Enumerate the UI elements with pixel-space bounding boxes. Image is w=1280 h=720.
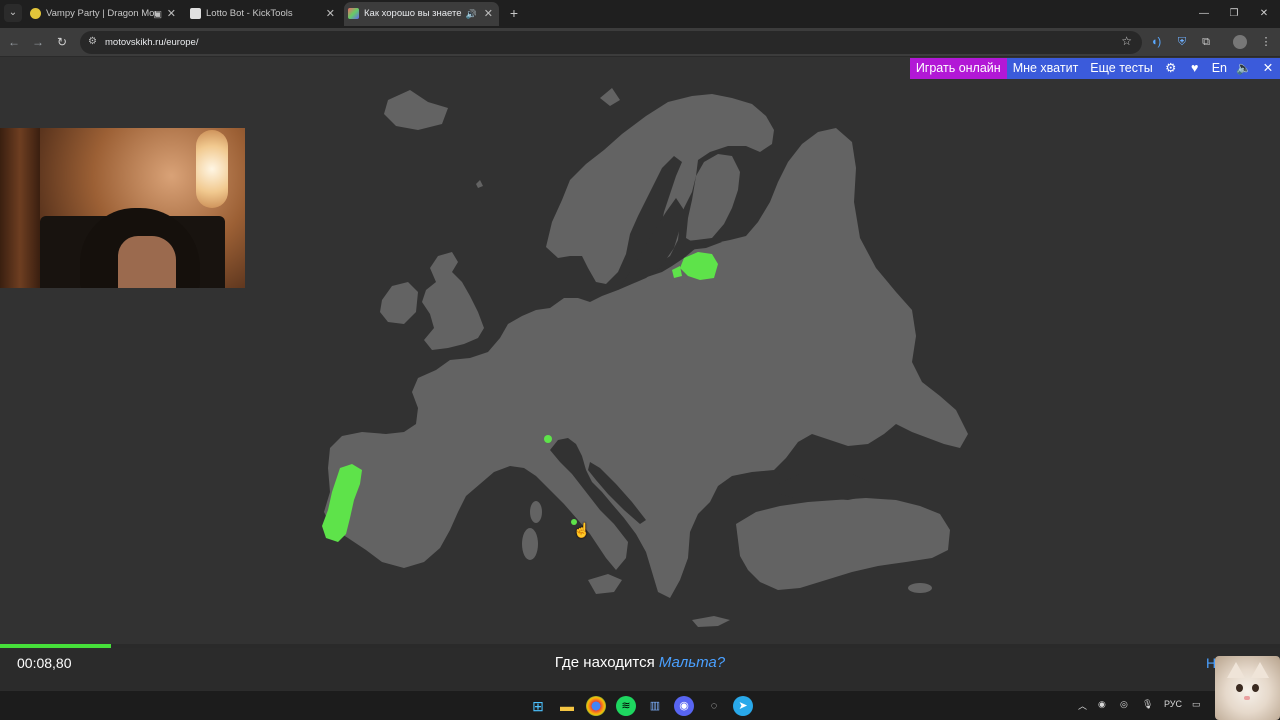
input-language[interactable]: РУС	[1164, 699, 1182, 709]
windows-taskbar: ⊞ ▬ ≋ ▥ ◉ ◌ ➤ ︿ ◉ ◎ 🎙 РУС ▭	[0, 690, 1280, 720]
forward-icon[interactable]: →	[30, 34, 46, 50]
europe-map[interactable]	[300, 72, 980, 642]
kitten-overlay	[1215, 656, 1280, 720]
tab-vampy-party[interactable]: Vampy Party | Dragon Mone ▣ ✕	[26, 2, 182, 26]
kitten-right-eye	[1252, 684, 1259, 692]
webcam-lamp	[196, 130, 228, 208]
close-tab-icon[interactable]: ✕	[326, 2, 335, 26]
windows-start-icon[interactable]: ⊞	[528, 696, 548, 716]
reload-icon[interactable]: ↻	[54, 34, 70, 50]
audio-playing-icon[interactable]: 🔊	[466, 2, 477, 26]
black-sea	[778, 470, 870, 500]
sicily	[588, 574, 622, 594]
kitten-left-eye	[1236, 684, 1243, 692]
menu-dots-icon[interactable]: ⋮	[1258, 34, 1274, 50]
tab-favicon-icon	[190, 8, 201, 19]
close-window-button[interactable]: ✕	[1248, 0, 1280, 28]
extension-shield-icon[interactable]: ⛨	[1174, 34, 1190, 50]
tab-favicon-icon	[348, 8, 359, 19]
discord-icon[interactable]: ◉	[674, 696, 694, 716]
address-bar[interactable]: ⚙ motovskikh.ru/europe/ ☆	[80, 31, 1142, 54]
liechtenstein-highlight	[544, 435, 552, 443]
question-bar: 00:08,80 Где находится Мальта? Н	[0, 648, 1280, 690]
tray-microphone-icon[interactable]: 🎙	[1142, 699, 1153, 710]
great-britain	[422, 252, 484, 350]
tray-chevron-icon[interactable]: ︿	[1078, 699, 1087, 712]
caspian-sea	[950, 468, 976, 512]
quiz-page: Играть онлайн Мне хватит Еще тесты ⚙ ♥ E…	[0, 57, 1280, 690]
question-text: Где находится Мальта?	[0, 648, 1280, 678]
minimize-button[interactable]: —	[1188, 0, 1220, 28]
tab-search-button[interactable]: ⌄	[4, 4, 22, 22]
new-tab-button[interactable]: +	[505, 4, 523, 22]
tab-europe-quiz[interactable]: Как хорошо вы знаете Евр 🔊 ✕	[344, 2, 499, 26]
iceland	[384, 90, 448, 130]
more-tests-button[interactable]: Еще тесты	[1084, 58, 1159, 79]
tray-steam-icon[interactable]: ◎	[1120, 699, 1128, 710]
picture-in-picture-icon: ▣	[153, 9, 162, 19]
webcam-curtain	[0, 128, 40, 288]
question-prefix: Где находится	[554, 654, 655, 671]
tab-title: Vampy Party | Dragon Mone	[46, 8, 156, 19]
tab-title: Lotto Bot - KickTools	[206, 8, 293, 19]
svalbard-islands	[600, 88, 620, 106]
restore-button[interactable]: ❐	[1218, 0, 1250, 28]
close-tab-icon[interactable]: ✕	[484, 2, 493, 26]
settings-gear-icon[interactable]: ⚙	[1158, 58, 1183, 79]
extensions-puzzle-icon[interactable]: ⧉	[1198, 34, 1214, 50]
kitten-right-ear	[1251, 662, 1269, 678]
language-button[interactable]: En	[1206, 58, 1232, 79]
enough-button[interactable]: Мне хватит	[1006, 58, 1085, 79]
spotify-icon[interactable]: ≋	[616, 696, 636, 716]
question-target: Мальта?	[658, 654, 726, 671]
ireland	[380, 282, 418, 324]
profile-avatar[interactable]	[1233, 35, 1247, 49]
crete	[692, 616, 730, 627]
file-explorer-icon[interactable]: ▬	[557, 696, 577, 716]
sound-icon[interactable]: 🔈	[1232, 58, 1256, 79]
kitten-nose	[1244, 696, 1250, 700]
extension-audio-icon[interactable]: ◖)	[1148, 34, 1164, 50]
close-icon[interactable]: ✕	[1256, 58, 1280, 79]
back-icon[interactable]: ←	[6, 34, 22, 50]
chrome-icon[interactable]	[586, 696, 606, 716]
telegram-icon[interactable]: ➤	[733, 696, 753, 716]
sardinia	[522, 528, 538, 560]
favorite-heart-icon[interactable]: ♥	[1182, 58, 1207, 79]
cyprus	[908, 583, 932, 593]
tab-strip: ⌄ Vampy Party | Dragon Mone ▣ ✕ Lotto Bo…	[0, 0, 1280, 28]
tab-lotto-bot[interactable]: Lotto Bot - KickTools ✕	[186, 2, 341, 26]
equalizer-app-icon[interactable]: ▥	[645, 696, 665, 716]
browser-toolbar: ← → ↻ ⚙ motovskikh.ru/europe/ ☆ ◖) ⛨ ⧉ ⋮	[0, 28, 1280, 57]
url-text: motovskikh.ru/europe/	[105, 37, 199, 48]
webcam-overlay	[0, 128, 245, 288]
corsica	[530, 501, 542, 523]
tab-favicon-icon	[30, 8, 41, 19]
hand-cursor-icon: ☝	[573, 522, 591, 538]
faroe-islands	[476, 180, 483, 188]
tray-discord-icon[interactable]: ◉	[1098, 699, 1106, 710]
anatolia	[736, 498, 950, 590]
tab-title: Как хорошо вы знаете Евр	[364, 8, 462, 19]
kitten-left-ear	[1227, 662, 1245, 678]
close-tab-icon[interactable]: ✕	[167, 2, 176, 26]
tray-network-icon[interactable]: ▭	[1192, 699, 1201, 710]
webcam-person-face	[118, 236, 176, 288]
site-info-icon[interactable]: ⚙	[88, 36, 97, 47]
bookmark-star-icon[interactable]: ☆	[1121, 34, 1132, 48]
obs-icon[interactable]: ◌	[704, 696, 724, 716]
